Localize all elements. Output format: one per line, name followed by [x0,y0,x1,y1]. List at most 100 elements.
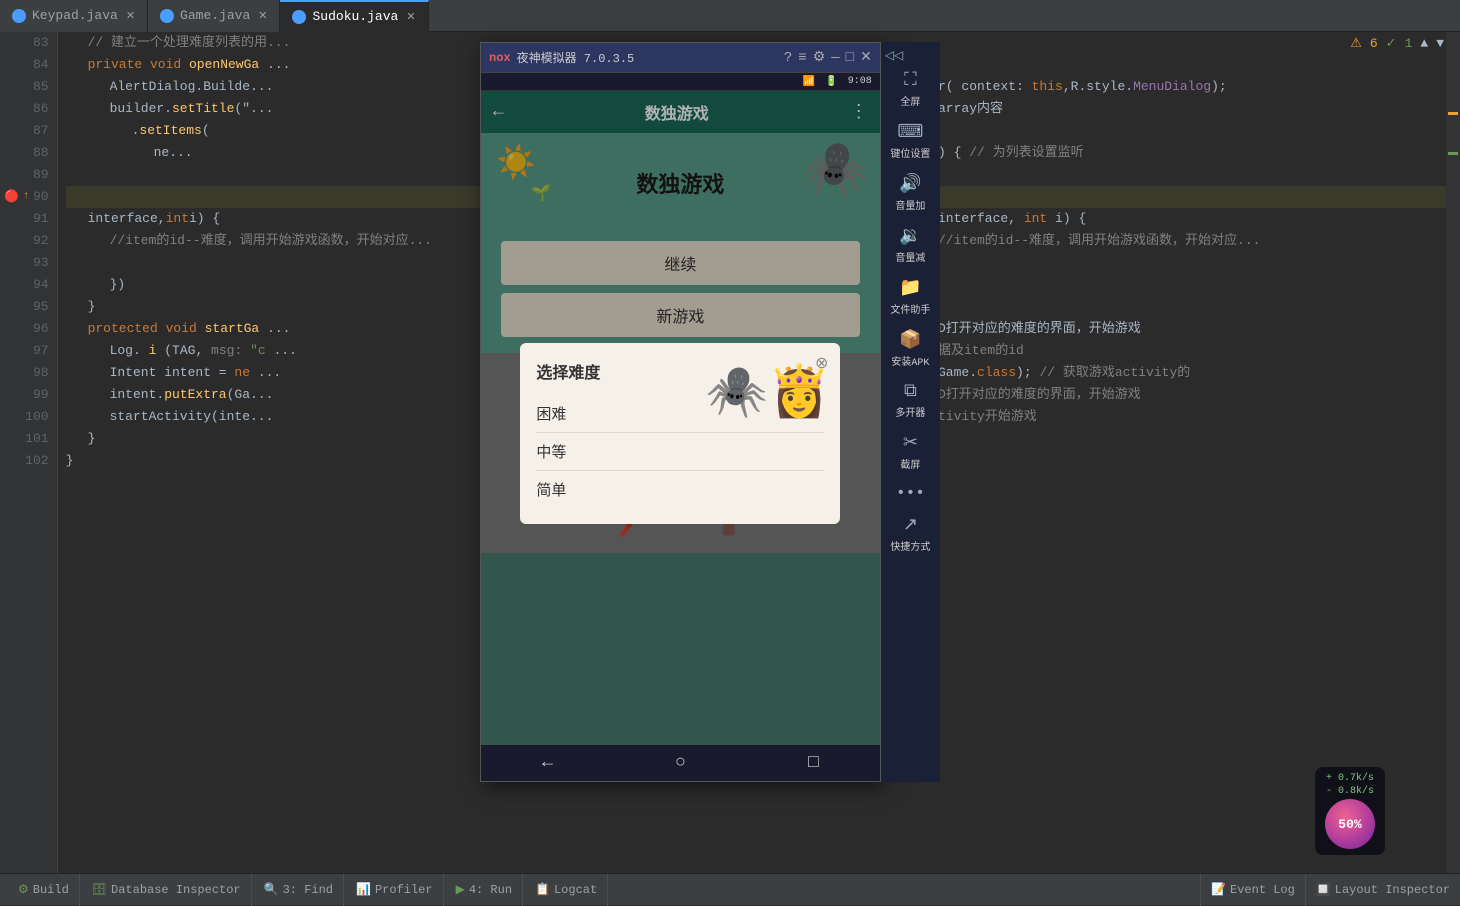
emulator-screen: ← 数独游戏 ⋮ ☀️ 🌱 数独游戏 🕷️ 继续 新游戏 选择难度 [481,91,880,745]
emu-help-btn[interactable]: ? [784,50,792,66]
keyboard-icon: ⌨ [897,121,923,143]
arrow-up[interactable]: ▲ [1420,36,1428,51]
tab-label-game: Game.java [180,8,250,23]
error-mark-2 [1448,152,1458,155]
multi-label: 多开器 [895,404,925,420]
sidebar-vol-up[interactable]: 🔊 音量加 [881,168,940,218]
vol-up-label: 音量加 [895,197,925,213]
line-101: 101 [4,428,49,450]
shortcut-icon: ↗ [903,514,918,536]
emulator-status-bar: 📶 🔋 9:08 [481,73,880,91]
sidebar-shortcut[interactable]: ↗ 快捷方式 [881,509,940,559]
wifi-icon: 📶 [803,76,815,88]
nav-back[interactable]: ← [542,753,553,773]
emu-menu-btn[interactable]: ≡ [798,50,806,66]
keyboard-label: 键位设置 [890,145,930,161]
apk-icon: 📦 [899,329,921,351]
profiler-label: Profiler [375,883,433,897]
right-line-89 [938,164,1446,186]
tab-close-sudoku[interactable]: ✕ [406,10,415,24]
sidebar-more[interactable]: ••• [881,479,940,507]
vol-up-icon: 🔊 [899,173,921,195]
right-line-84 [938,54,1446,76]
sidebar-keyboard[interactable]: ⌨ 键位设置 [881,116,940,166]
sidebar-multi[interactable]: ⧉ 多开器 [881,376,940,425]
emulator-titlebar: nox 夜神模拟器 7.0.3.5 ? ≡ ⚙ — □ ✕ [481,43,880,73]
run-label: 4: Run [469,883,512,897]
right-line-94 [938,274,1446,296]
right-line-92: //item的id--难度，调用开始游戏函数，开始对应... [938,230,1446,252]
tab-close-game[interactable]: ✕ [258,9,267,23]
right-edge-gutter [1446,32,1460,873]
profiler-status[interactable]: 📊 Profiler [346,874,444,906]
right-line-88: ) { // 为列表设置监听 [938,142,1446,164]
right-code-panel: r( context: this,R.style.MenuDialog); ar… [930,32,1446,873]
tab-icon-game [160,9,174,23]
emu-close-btn[interactable]: ✕ [860,49,872,66]
sidebar-file[interactable]: 📁 文件助手 [881,272,940,322]
line-98: 98 [4,362,49,384]
sidebar-prev[interactable]: ◁◁ [885,48,903,63]
right-line-101 [938,428,1446,450]
find-status[interactable]: 🔍 3: Find [254,874,344,906]
difficulty-easy[interactable]: 简单 [536,471,824,508]
more-icon: ••• [896,484,925,502]
arrow-down[interactable]: ▼ [1436,36,1444,51]
run-status[interactable]: ▶ 4: Run [446,874,523,906]
apk-label: 安装APK [891,353,929,369]
shortcut-label: 快捷方式 [890,538,930,554]
line-90: 🔴 ↑ 90 [4,186,49,208]
line-88: 88 [4,142,49,164]
logcat-label: Logcat [554,883,597,897]
file-icon: 📁 [899,277,921,299]
line-92: 92 [4,230,49,252]
emulator-sidebar: ◁◁ ⛶ 全屏 ⌨ 键位设置 🔊 音量加 🔉 音量减 📁 文件助手 📦 安装AP… [881,42,940,782]
find-label: 3: Find [283,883,333,897]
line-94: 94 [4,274,49,296]
right-line-95 [938,296,1446,318]
db-inspector-status[interactable]: 🗄 Database Inspector [82,874,252,906]
find-icon: 🔍 [264,882,279,897]
line-87: 87 [4,120,49,142]
logcat-status[interactable]: 📋 Logcat [525,874,608,906]
tab-label-sudoku: Sudoku.java [312,9,398,24]
line-99: 99 [4,384,49,406]
emu-settings-btn[interactable]: ⚙ [813,49,826,66]
char-2: 👸 [768,363,830,424]
line-89: 89 [4,164,49,186]
tab-keypad[interactable]: Keypad.java ✕ [0,0,148,32]
tab-close-keypad[interactable]: ✕ [126,9,135,23]
line-96: 96 [4,318,49,340]
emulator-title-text: 夜神模拟器 7.0.3.5 [517,49,778,66]
sidebar-fullscreen[interactable]: ⛶ 全屏 [881,65,940,114]
sidebar-apk[interactable]: 📦 安装APK [881,324,940,374]
file-label: 文件助手 [890,301,930,317]
layout-inspector-status[interactable]: 🔲 Layout Inspector [1305,874,1460,906]
difficulty-medium[interactable]: 中等 [536,433,824,471]
right-line-86: array内容 [938,98,1446,120]
line-85: 85 [4,76,49,98]
layout-icon: 🔲 [1316,882,1331,897]
tab-sudoku[interactable]: Sudoku.java ✕ [280,0,428,32]
ok-count: 1 [1405,36,1413,51]
sidebar-screenshot[interactable]: ✂ 截屏 [881,427,940,477]
event-log-label: Event Log [1230,883,1295,897]
emulator-overlay: nox 夜神模拟器 7.0.3.5 ? ≡ ⚙ — □ ✕ 📶 🔋 9:08 ←… [480,42,940,782]
right-line-97: 据及item的id [938,340,1446,362]
nav-home[interactable]: ○ [675,753,686,773]
status-left: ⚙ Build 🗄 Database Inspector 🔍 3: Find 📊… [0,874,608,906]
build-status[interactable]: ⚙ Build [8,874,80,906]
profiler-icon: 📊 [356,882,371,897]
layout-inspector-label: Layout Inspector [1335,883,1450,897]
tab-game[interactable]: Game.java ✕ [148,0,280,32]
event-log-status[interactable]: 📝 Event Log [1200,874,1305,906]
emulator-logo: nox [489,51,511,65]
sidebar-vol-down[interactable]: 🔉 音量减 [881,220,940,270]
emu-maximize-btn[interactable]: □ [846,50,854,66]
bottom-status-bar: ⚙ Build 🗄 Database Inspector 🔍 3: Find 📊… [0,873,1460,905]
net-down-speed: - 0.8k/s [1326,786,1374,797]
emu-minimize-btn[interactable]: — [831,50,839,66]
time-display: 9:08 [848,76,872,87]
nav-recent[interactable]: □ [808,753,819,773]
db-inspector-label: Database Inspector [111,883,241,897]
